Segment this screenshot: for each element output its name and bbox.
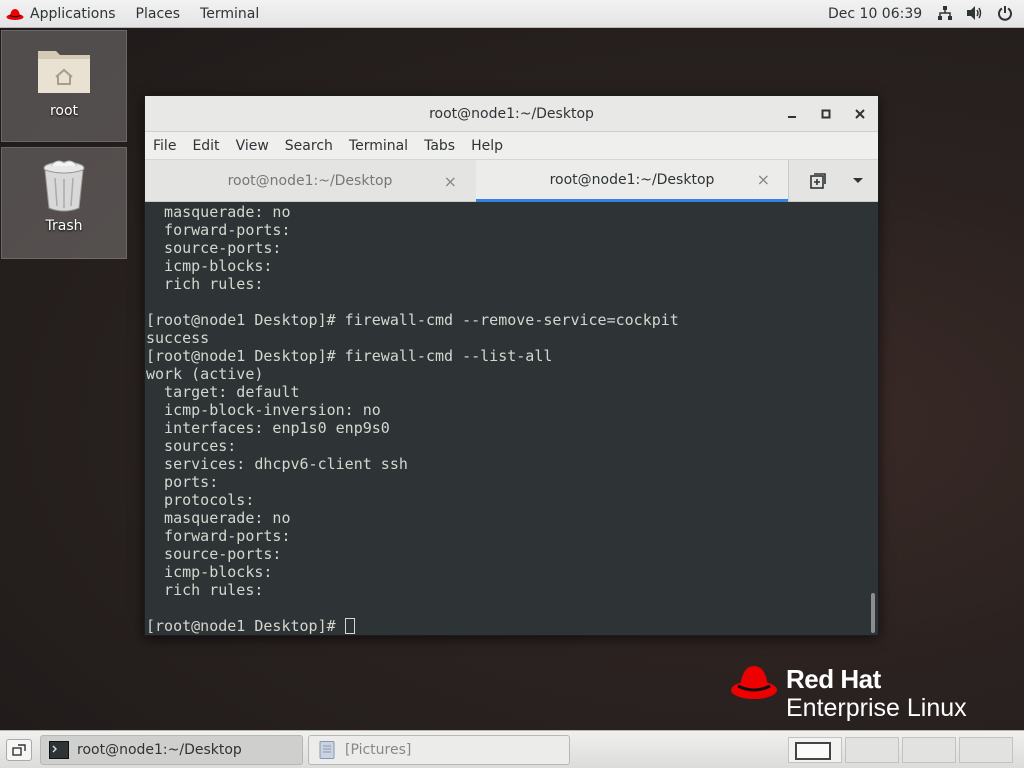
minimize-icon[interactable]: [782, 105, 802, 123]
menu-view[interactable]: View: [228, 138, 277, 154]
terminal-line: interfaces: enp1s0 enp9s0: [146, 419, 390, 437]
tab-label: root@node1:~/Desktop: [549, 171, 715, 188]
terminal-line: target: default: [146, 383, 300, 401]
window-controls: [782, 105, 870, 123]
terminal-line: rich rules:: [146, 275, 273, 293]
terminal-line: source-ports:: [146, 239, 291, 257]
chevron-down-icon[interactable]: [838, 177, 878, 185]
applications-label: Applications: [30, 5, 116, 22]
trash-icon: [43, 160, 85, 212]
terminal-line: icmp-blocks:: [146, 563, 282, 581]
network-icon[interactable]: [936, 4, 954, 22]
brand-line-1: Red Hat: [786, 664, 881, 694]
window-title: root@node1:~/Desktop: [429, 105, 594, 122]
top-menu: Applications Places Terminal: [0, 0, 269, 27]
tab-bar: root@node1:~/Desktop × root@node1:~/Desk…: [145, 160, 878, 202]
terminal-line: masquerade: no: [146, 203, 291, 221]
terminal-line: forward-ports:: [146, 527, 300, 545]
window-titlebar[interactable]: root@node1:~/Desktop: [145, 96, 878, 132]
terminal-menubar: File Edit View Search Terminal Tabs Help: [145, 132, 878, 160]
menu-file[interactable]: File: [145, 138, 184, 154]
terminal-app-menu[interactable]: Terminal: [190, 0, 269, 27]
taskbar-label: [Pictures]: [345, 742, 412, 758]
tab-tools: [798, 160, 878, 202]
menu-help[interactable]: Help: [463, 138, 511, 154]
power-icon[interactable]: [996, 4, 1014, 22]
redhat-hat-icon: [731, 666, 777, 699]
bottom-panel: root@node1:~/Desktop [Pictures]: [0, 730, 1024, 768]
terminal-line: sources:: [146, 437, 246, 455]
terminal-prompt-line: [root@node1 Desktop]#: [145, 617, 878, 635]
taskbar-label: root@node1:~/Desktop: [77, 742, 242, 758]
terminal-line: ports:: [146, 473, 228, 491]
workspace-window-thumb: [795, 742, 831, 760]
show-desktop-button[interactable]: [6, 739, 32, 761]
workspace-3[interactable]: [902, 737, 956, 763]
redhat-logo: Red Hat Enterprise Linux: [730, 664, 967, 722]
workspace-4[interactable]: [959, 737, 1013, 763]
menu-terminal[interactable]: Terminal: [341, 138, 416, 154]
tab-2[interactable]: root@node1:~/Desktop ×: [476, 160, 788, 202]
show-desktop-icon: [12, 744, 26, 756]
terminal-line: source-ports:: [146, 545, 291, 563]
terminal-line: [root@node1 Desktop]# firewall-cmd --rem…: [146, 311, 679, 329]
menu-tabs[interactable]: Tabs: [416, 138, 463, 154]
taskbar-item-pictures[interactable]: [Pictures]: [308, 735, 570, 765]
scrollbar[interactable]: [871, 593, 875, 633]
places-menu[interactable]: Places: [126, 0, 191, 27]
close-icon[interactable]: [850, 105, 870, 123]
applications-menu[interactable]: Applications: [0, 0, 126, 27]
terminal-icon: [49, 741, 69, 759]
terminal-line: forward-ports:: [146, 221, 300, 239]
workspace-1[interactable]: [788, 737, 842, 763]
tab-label: root@node1:~/Desktop: [227, 173, 393, 189]
tab-1[interactable]: root@node1:~/Desktop ×: [145, 160, 475, 202]
desktop-icon-trash[interactable]: Trash: [1, 147, 127, 259]
terminal-line: masquerade: no: [146, 509, 291, 527]
home-folder-icon: [38, 51, 90, 93]
terminal-text: masquerade: no forward-ports: source-por…: [145, 203, 878, 617]
desktop-icon-root[interactable]: root: [1, 30, 127, 142]
terminal-line: work (active): [146, 365, 264, 383]
terminal-line: success: [146, 329, 210, 347]
terminal-prompt: [root@node1 Desktop]#: [146, 617, 345, 635]
menu-search[interactable]: Search: [277, 138, 341, 154]
terminal-line: rich rules:: [146, 581, 273, 599]
desktop-icon-label: root: [49, 103, 79, 119]
terminal-line: icmp-blocks:: [146, 257, 282, 275]
terminal-window[interactable]: root@node1:~/Desktop File Edit View Sear…: [144, 95, 879, 636]
system-tray[interactable]: [936, 4, 1014, 22]
terminal-line: protocols:: [146, 491, 264, 509]
tab-separator: [788, 160, 789, 202]
terminal-line: services: dhcpv6-client ssh: [146, 455, 408, 473]
maximize-icon[interactable]: [816, 105, 836, 123]
new-tab-icon[interactable]: [798, 173, 838, 189]
redhat-wordmark: Red Hat Enterprise Linux: [786, 664, 967, 722]
brand-line-2: Enterprise Linux: [786, 694, 967, 722]
menu-edit[interactable]: Edit: [184, 138, 227, 154]
clock[interactable]: Dec 10 06:39: [828, 6, 922, 22]
terminal-line: [root@node1 Desktop]# firewall-cmd --lis…: [146, 347, 553, 365]
redhat-icon: [6, 8, 24, 20]
text-cursor: [344, 618, 355, 634]
taskbar-item-terminal[interactable]: root@node1:~/Desktop: [40, 735, 303, 765]
terminal-output[interactable]: masquerade: no forward-ports: source-por…: [145, 203, 878, 635]
tab-close-icon[interactable]: ×: [757, 170, 770, 189]
top-panel: Applications Places Terminal Dec 10 06:3…: [0, 0, 1024, 28]
volume-icon[interactable]: [966, 4, 984, 22]
desktop-icon-label: Trash: [45, 218, 83, 234]
terminal-line: icmp-block-inversion: no: [146, 401, 381, 419]
workspace-2[interactable]: [845, 737, 899, 763]
file-manager-icon: [319, 741, 335, 759]
tab-close-icon[interactable]: ×: [444, 172, 457, 191]
